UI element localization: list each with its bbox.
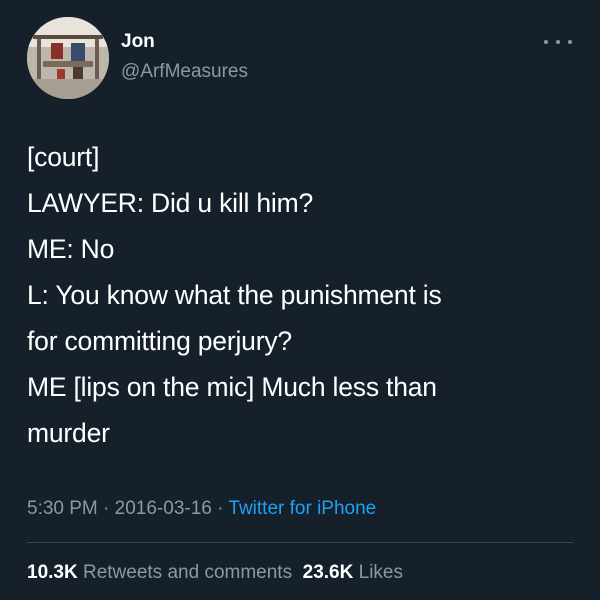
tweet-line: murder bbox=[27, 418, 110, 448]
user-handle[interactable]: @ArfMeasures bbox=[121, 60, 248, 84]
avatar[interactable] bbox=[27, 17, 109, 99]
tweet-meta: 5:30 PM · 2016-03-16 · Twitter for iPhon… bbox=[27, 497, 376, 521]
dot bbox=[544, 40, 548, 44]
meta-separator: · bbox=[97, 498, 115, 519]
likes-stat[interactable]: 23.6K Likes bbox=[303, 562, 403, 583]
more-horizontal-icon[interactable] bbox=[544, 34, 572, 50]
tweet-source-link[interactable]: Twitter for iPhone bbox=[228, 498, 376, 519]
avatar-photo-icon bbox=[27, 17, 109, 99]
display-name[interactable]: Jon bbox=[121, 30, 155, 54]
tweet-card: Jon @ArfMeasures [court] LAWYER: Did u k… bbox=[0, 0, 600, 600]
dot bbox=[568, 40, 572, 44]
tweet-text: [court] LAWYER: Did u kill him? ME: No L… bbox=[27, 134, 572, 456]
divider bbox=[27, 542, 573, 543]
tweet-line: LAWYER: Did u kill him? bbox=[27, 188, 313, 218]
tweet-line: [court] bbox=[27, 142, 100, 172]
meta-separator: · bbox=[211, 498, 229, 519]
tweet-line: ME [lips on the mic] Much less than bbox=[27, 372, 437, 402]
tweet-line: L: You know what the punishment is bbox=[27, 280, 442, 310]
likes-label: Likes bbox=[353, 562, 403, 583]
tweet-stats: 10.3K Retweets and comments 23.6K Likes bbox=[27, 561, 403, 585]
tweet-line: for committing perjury? bbox=[27, 326, 292, 356]
retweets-label: Retweets and comments bbox=[77, 562, 293, 583]
retweets-count: 10.3K bbox=[27, 562, 78, 583]
likes-count: 23.6K bbox=[302, 562, 354, 583]
retweets-stat[interactable]: 10.3K Retweets and comments bbox=[27, 562, 292, 583]
dot bbox=[556, 40, 560, 44]
tweet-date[interactable]: 2016-03-16 bbox=[115, 498, 212, 519]
tweet-line: ME: No bbox=[27, 234, 115, 264]
tweet-time[interactable]: 5:30 PM bbox=[27, 498, 98, 519]
